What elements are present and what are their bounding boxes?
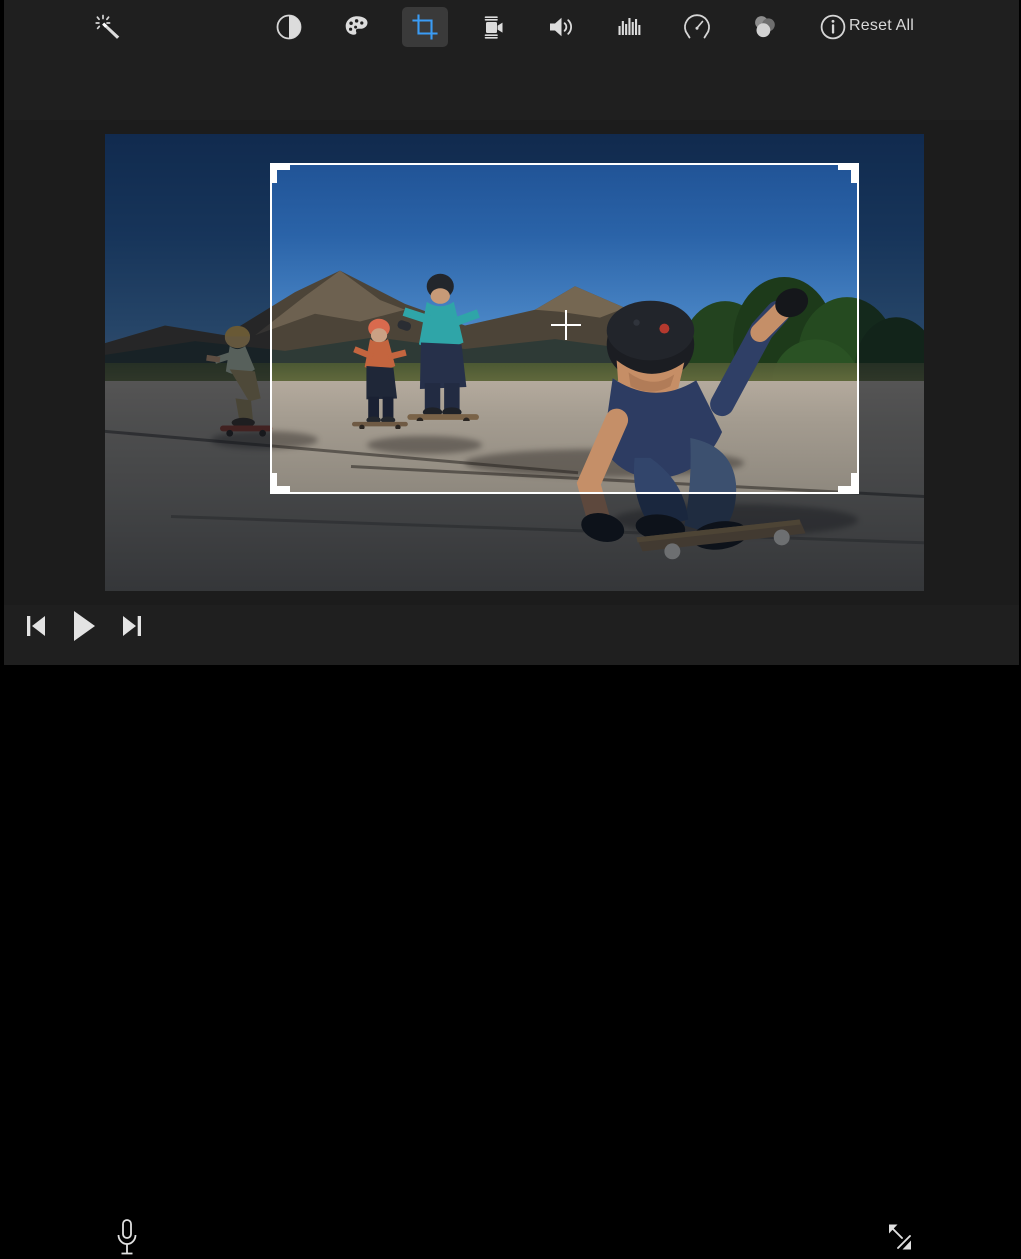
- imovie-window: Reset All Style: Fit Crop to Fill Ken Bu…: [0, 0, 1021, 670]
- play-icon: [69, 609, 99, 643]
- toolbar-item-stabilization[interactable]: [470, 7, 516, 47]
- toolbar-item-color-correction[interactable]: [334, 7, 380, 47]
- toolbar-item-color-balance[interactable]: [266, 7, 312, 47]
- playback-bar: [4, 605, 1019, 665]
- color-balance-icon: [274, 12, 304, 42]
- toolbar-item-clip-filter[interactable]: [742, 7, 788, 47]
- crop-icon: [410, 12, 440, 42]
- skater-foreground: [555, 253, 833, 564]
- expand-arrows-icon: [885, 1221, 915, 1253]
- info-circle-icon: [818, 12, 848, 42]
- record-voiceover-button[interactable]: [110, 1217, 144, 1259]
- toolbar-item-cropping[interactable]: [402, 7, 448, 47]
- video-camera-icon: [478, 12, 508, 42]
- transport-controls: [4, 605, 164, 647]
- adjustments-toolbar: Reset All: [4, 0, 1019, 54]
- speedometer-icon: [682, 12, 712, 42]
- crop-style-row: Style: Fit Crop to Fill Ken Burns Reset: [4, 54, 1019, 120]
- equalizer-icon: [614, 12, 644, 42]
- toolbar-item-noise-reduction[interactable]: [606, 7, 652, 47]
- skip-to-end-button[interactable]: [121, 613, 143, 639]
- toolbar-icon-cluster: [266, 7, 856, 47]
- skip-to-end-icon: [121, 613, 143, 639]
- play-button[interactable]: [69, 609, 99, 643]
- play-fullscreen-button[interactable]: [883, 1219, 917, 1255]
- microphone-icon: [114, 1218, 140, 1258]
- speaker-icon: [546, 12, 576, 42]
- filter-circles-icon: [750, 12, 780, 42]
- toolbar-item-speed[interactable]: [674, 7, 720, 47]
- color-palette-icon: [342, 12, 372, 42]
- video-preview[interactable]: [105, 134, 924, 591]
- skip-to-start-icon: [25, 613, 47, 639]
- toolbar-item-volume[interactable]: [538, 7, 584, 47]
- reset-all-button[interactable]: Reset All: [849, 17, 914, 35]
- toolbar-item-auto-enhance[interactable]: [86, 7, 132, 47]
- skip-to-start-button[interactable]: [25, 613, 47, 639]
- skater-far-left: [191, 321, 297, 440]
- magic-wand-icon[interactable]: [86, 7, 132, 47]
- viewer-area: [4, 120, 1019, 605]
- skater-mid-right: [388, 267, 494, 432]
